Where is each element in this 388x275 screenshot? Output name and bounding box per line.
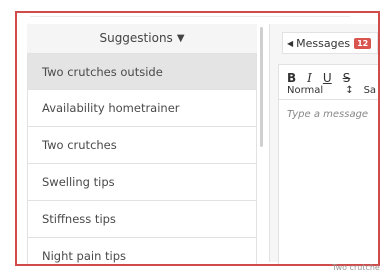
messages-label: Messages xyxy=(296,36,351,50)
suggestion-item[interactable]: Stiffness tips xyxy=(27,201,257,238)
select-arrows-icon: ↕ xyxy=(345,85,354,96)
bold-button[interactable]: B xyxy=(287,71,296,85)
suggestions-dropdown[interactable]: Suggestions ▼ xyxy=(27,24,257,52)
messages-panel: ◀ Messages 12 B I U S Normal ↕ Sa Type a… xyxy=(269,24,378,264)
unread-count-badge: 12 xyxy=(354,37,372,49)
background-text: Two crutche xyxy=(332,263,380,272)
caret-left-icon: ◀ xyxy=(287,38,294,48)
scrollbar[interactable] xyxy=(260,27,263,147)
highlight-frame: Suggestions ▼ Two crutches outside Availa… xyxy=(15,11,380,266)
suggestions-list: Two crutches outside Availability hometra… xyxy=(27,53,257,264)
message-editor: B I U S Normal ↕ Sa Type a message xyxy=(278,64,378,264)
message-input[interactable]: Type a message xyxy=(287,109,368,120)
suggestion-item[interactable]: Two crutches outside xyxy=(27,53,257,90)
font-select[interactable]: Sa xyxy=(364,85,376,96)
suggestions-panel: Suggestions ▼ Two crutches outside Availa… xyxy=(27,24,257,264)
underline-button[interactable]: U xyxy=(323,71,332,85)
messages-button[interactable]: ◀ Messages 12 xyxy=(282,32,378,54)
suggestions-title: Suggestions xyxy=(99,31,173,45)
block-format-select[interactable]: Normal xyxy=(287,85,323,96)
suggestion-item[interactable]: Two crutches xyxy=(27,127,257,164)
italic-button[interactable]: I xyxy=(307,71,312,85)
chevron-down-icon: ▼ xyxy=(176,32,185,44)
suggestion-item[interactable]: Swelling tips xyxy=(27,164,257,201)
suggestion-item[interactable]: Availability hometrainer xyxy=(27,90,257,127)
editor-toolbar: B I U S Normal ↕ Sa xyxy=(279,65,378,100)
suggestion-item[interactable]: Night pain tips xyxy=(27,238,257,264)
strikethrough-button[interactable]: S xyxy=(343,71,351,85)
